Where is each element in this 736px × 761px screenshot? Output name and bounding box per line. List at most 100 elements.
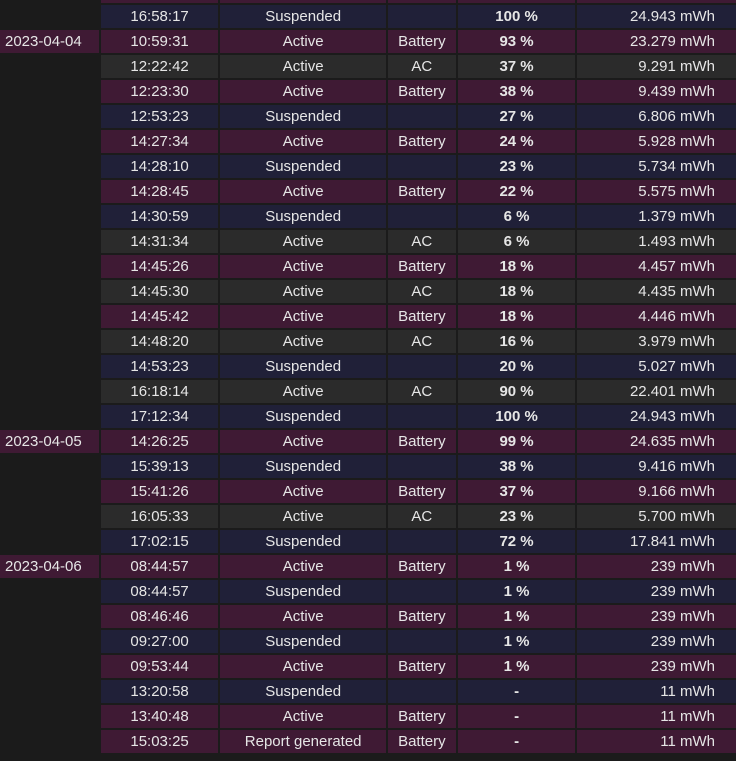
- state-cell: Active: [220, 605, 386, 628]
- date-cell: [0, 630, 99, 653]
- capacity-cell: 24.943 mWh: [577, 5, 736, 28]
- capacity-cell: 4.446 mWh: [577, 305, 736, 328]
- battery-usage-table: Battery16:58:17Suspended100 %24.943 mWh2…: [0, 0, 736, 753]
- capacity-cell: 9.291 mWh: [577, 55, 736, 78]
- time-cell: 09:27:00: [100, 630, 219, 653]
- percent-cell: 22 %: [457, 180, 576, 203]
- table-row: 2023-04-05 14:26:25 Active Battery 99 % 24.63…: [0, 430, 736, 453]
- percent-cell: 18 %: [457, 305, 576, 328]
- table-row: 16:58:17 Suspended 100 % 24.943 mWh: [0, 5, 736, 28]
- capacity-cell: 5.928 mWh: [577, 130, 736, 153]
- percent-cell: 1 %: [457, 655, 576, 678]
- percent-cell: 27 %: [457, 105, 576, 128]
- date-cell: [0, 480, 99, 503]
- time-cell: 12:53:23: [100, 105, 219, 128]
- time-cell: 13:20:58: [100, 680, 219, 703]
- source-cell: Battery: [387, 430, 456, 453]
- date-cell: [0, 280, 99, 303]
- table-row: 15:03:25 Report generated Battery -11 mWh: [0, 730, 736, 753]
- source-cell: [387, 155, 456, 178]
- date-cell: [0, 405, 99, 428]
- table-row: 12:22:42 Active AC 37 % 9.291 mWh: [0, 55, 736, 78]
- source-cell: [387, 205, 456, 228]
- time-cell: 14:28:45: [100, 180, 219, 203]
- table-row: 14:53:23 Suspended 20 % 5.027 mWh: [0, 355, 736, 378]
- date-cell: [0, 5, 99, 28]
- source-cell: [387, 455, 456, 478]
- capacity-cell: 239 mWh: [577, 655, 736, 678]
- capacity-cell: 4.435 mWh: [577, 280, 736, 303]
- capacity-cell: 22.401 mWh: [577, 380, 736, 403]
- percent-cell: 1 %: [457, 555, 576, 578]
- percent-cell: 1 %: [457, 630, 576, 653]
- state-cell: Suspended: [220, 355, 386, 378]
- source-cell: Battery: [387, 0, 456, 3]
- state-cell: [220, 0, 386, 3]
- percent-cell: 16 %: [457, 330, 576, 353]
- source-cell: Battery: [387, 555, 456, 578]
- state-cell: Active: [220, 330, 386, 353]
- table-row: 2023-04-04 10:59:31 Active Battery 93 % 23.27…: [0, 30, 736, 53]
- table-row: 13:40:48 Active Battery -11 mWh: [0, 705, 736, 728]
- state-cell: Suspended: [220, 155, 386, 178]
- time-cell: 12:23:30: [100, 80, 219, 103]
- state-cell: Suspended: [220, 455, 386, 478]
- source-cell: [387, 530, 456, 553]
- source-cell: Battery: [387, 655, 456, 678]
- capacity-cell: 23.279 mWh: [577, 30, 736, 53]
- percent-cell: 38 %: [457, 455, 576, 478]
- state-cell: Active: [220, 655, 386, 678]
- date-cell: [0, 130, 99, 153]
- source-cell: AC: [387, 380, 456, 403]
- source-cell: AC: [387, 55, 456, 78]
- time-cell: [100, 0, 219, 3]
- source-cell: [387, 405, 456, 428]
- state-cell: Active: [220, 280, 386, 303]
- percent-cell: 20 %: [457, 355, 576, 378]
- capacity-cell: 11 mWh: [577, 705, 736, 728]
- source-cell: [387, 630, 456, 653]
- table-row: 14:28:45 Active Battery 22 % 5.575 mWh: [0, 180, 736, 203]
- time-cell: 10:59:31: [100, 30, 219, 53]
- table-row: 15:41:26 Active Battery 37 % 9.166 mWh: [0, 480, 736, 503]
- time-cell: 14:27:34: [100, 130, 219, 153]
- time-cell: 08:44:57: [100, 555, 219, 578]
- percent-cell: 23 %: [457, 155, 576, 178]
- percent-cell: [457, 0, 576, 3]
- state-cell: Active: [220, 430, 386, 453]
- percent-cell: 18 %: [457, 255, 576, 278]
- table-row: 14:31:34 Active AC 6 % 1.493 mWh: [0, 230, 736, 253]
- source-cell: [387, 355, 456, 378]
- percent-cell: 37 %: [457, 480, 576, 503]
- percent-cell: -: [457, 705, 576, 728]
- date-cell: [0, 605, 99, 628]
- table-row: 14:30:59 Suspended 6 % 1.379 mWh: [0, 205, 736, 228]
- capacity-cell: 1.379 mWh: [577, 205, 736, 228]
- source-cell: Battery: [387, 80, 456, 103]
- time-cell: 14:45:30: [100, 280, 219, 303]
- state-cell: Suspended: [220, 630, 386, 653]
- state-cell: Suspended: [220, 530, 386, 553]
- source-cell: Battery: [387, 130, 456, 153]
- state-cell: Active: [220, 305, 386, 328]
- percent-cell: -: [457, 680, 576, 703]
- time-cell: 16:05:33: [100, 505, 219, 528]
- capacity-cell: 3.979 mWh: [577, 330, 736, 353]
- date-cell: [0, 230, 99, 253]
- date-cell: [0, 530, 99, 553]
- state-cell: Report generated: [220, 730, 386, 753]
- state-cell: Active: [220, 55, 386, 78]
- table-row: 08:46:46 Active Battery 1 % 239 mWh: [0, 605, 736, 628]
- percent-cell: 100 %: [457, 405, 576, 428]
- capacity-cell: 5.027 mWh: [577, 355, 736, 378]
- state-cell: Suspended: [220, 680, 386, 703]
- date-cell: [0, 105, 99, 128]
- date-cell: [0, 80, 99, 103]
- date-cell: [0, 705, 99, 728]
- time-cell: 09:53:44: [100, 655, 219, 678]
- time-cell: 15:39:13: [100, 455, 219, 478]
- source-cell: Battery: [387, 705, 456, 728]
- date-cell: [0, 180, 99, 203]
- capacity-cell: 24.635 mWh: [577, 430, 736, 453]
- table-row: 14:45:30 Active AC 18 % 4.435 mWh: [0, 280, 736, 303]
